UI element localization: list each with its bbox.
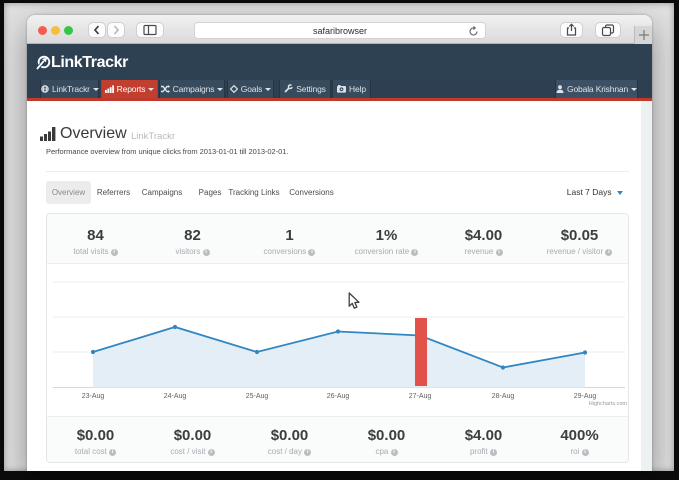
svg-text:26-Aug: 26-Aug [327,393,350,400]
svg-text:27-Aug: 27-Aug [409,393,432,400]
svg-text:Highcharts.com: Highcharts.com [589,401,628,407]
svg-text:28-Aug: 28-Aug [492,393,515,400]
svg-text:24-Aug: 24-Aug [164,393,187,400]
svg-text:25-Aug: 25-Aug [246,393,269,400]
svg-text:29-Aug: 29-Aug [574,393,597,400]
svg-text:23-Aug: 23-Aug [82,393,105,400]
